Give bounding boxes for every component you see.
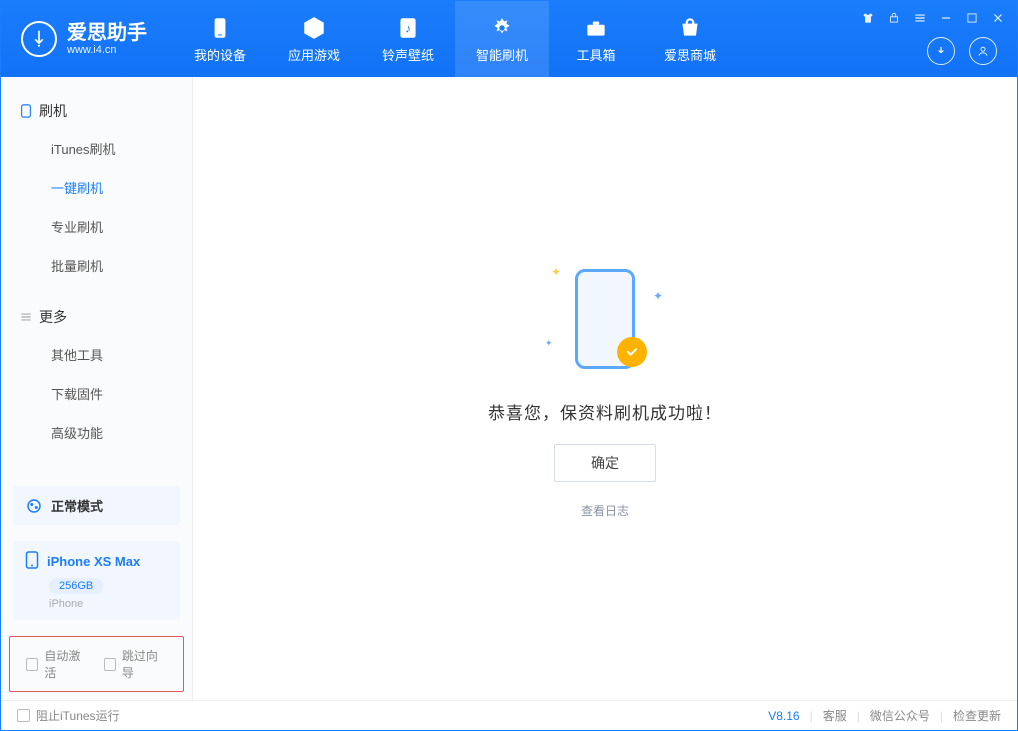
sidebar-item-oneclick-flash[interactable]: 一键刷机 [1,168,192,207]
more-icon [19,310,33,324]
ok-button[interactable]: 确定 [554,444,656,482]
footer-link-update[interactable]: 检查更新 [953,707,1001,724]
view-log-link[interactable]: 查看日志 [581,502,629,519]
sidebar-item-batch-flash[interactable]: 批量刷机 [1,246,192,285]
sidebar-item-other-tools[interactable]: 其他工具 [1,335,192,374]
group-title: 刷机 [39,101,67,121]
separator: | [940,709,943,723]
tabs: 我的设备 应用游戏 ♪ 铃声壁纸 智能刷机 工具箱 爱思商城 [163,1,737,77]
title-right-circles [927,37,997,65]
tab-label: 应用游戏 [288,45,340,64]
mode-panel: 正常模式 [13,486,180,525]
tab-label: 智能刷机 [476,45,528,64]
tab-label: 爱思商城 [664,45,716,64]
window-controls [861,11,1005,25]
footer-link-support[interactable]: 客服 [823,707,847,724]
device-storage-badge: 256GB [49,578,103,594]
checkbox-label: 自动激活 [44,647,89,681]
checkbox-label: 跳过向导 [122,647,167,681]
phone-icon [25,551,39,572]
brand-name: 爱思助手 [67,22,147,44]
sidebar-item-pro-flash[interactable]: 专业刷机 [1,207,192,246]
device-name: iPhone XS Max [47,554,140,569]
separator: | [857,709,860,723]
app-window: 爱思助手 www.i4.cn 我的设备 应用游戏 ♪ 铃声壁纸 智能刷机 [0,0,1018,731]
sidebar-top: 刷机 iTunes刷机 一键刷机 专业刷机 批量刷机 更多 其他工具 下载固件 … [1,77,192,478]
body: 刷机 iTunes刷机 一键刷机 专业刷机 批量刷机 更多 其他工具 下载固件 … [1,77,1017,700]
device-type: iPhone [49,598,168,610]
checkbox-skip-guide[interactable]: 跳过向导 [104,647,168,681]
menu-icon[interactable] [913,11,927,25]
checkbox-row-highlighted: 自动激活 跳过向导 [9,636,184,692]
tab-label: 我的设备 [194,45,246,64]
tab-my-device[interactable]: 我的设备 [173,1,267,77]
close-icon[interactable] [991,11,1005,25]
device-panel: iPhone XS Max 256GB iPhone [13,541,180,620]
checkbox-auto-activate[interactable]: 自动激活 [26,647,90,681]
checkbox-icon [104,658,116,671]
logo-icon [21,21,57,57]
device-icon [19,104,33,118]
group-title: 更多 [39,307,67,327]
sidebar-item-itunes-flash[interactable]: iTunes刷机 [1,129,192,168]
footer: 阻止iTunes运行 V8.16 | 客服 | 微信公众号 | 检查更新 [1,700,1017,730]
sparkle-icon: ✦ [653,289,663,303]
sidebar-group-flash: 刷机 [1,91,192,129]
mode-text: 正常模式 [51,496,103,515]
shirt-icon[interactable] [861,11,875,25]
svg-text:♪: ♪ [405,21,411,35]
footer-link-wechat[interactable]: 微信公众号 [870,707,930,724]
success-message: 恭喜您，保资料刷机成功啦！ [488,399,722,424]
sparkle-icon: ✦ [545,338,553,349]
tab-ringtone-wallpaper[interactable]: ♪ 铃声壁纸 [361,1,455,77]
tab-toolbox[interactable]: 工具箱 [549,1,643,77]
sidebar: 刷机 iTunes刷机 一键刷机 专业刷机 批量刷机 更多 其他工具 下载固件 … [1,77,193,700]
tab-store[interactable]: 爱思商城 [643,1,737,77]
checkbox-block-itunes[interactable]: 阻止iTunes运行 [17,707,120,724]
sidebar-item-advanced[interactable]: 高级功能 [1,413,192,452]
brand-site: www.i4.cn [67,44,147,56]
sparkle-icon: ✦ [551,265,561,279]
separator: | [810,709,813,723]
maximize-icon[interactable] [965,11,979,25]
checkbox-icon [26,658,38,671]
download-button[interactable] [927,37,955,65]
tab-label: 铃声壁纸 [382,45,434,64]
mode-icon [25,497,43,515]
check-badge-icon [617,337,647,367]
user-button[interactable] [969,37,997,65]
checkbox-label: 阻止iTunes运行 [36,707,120,724]
titlebar: 爱思助手 www.i4.cn 我的设备 应用游戏 ♪ 铃声壁纸 智能刷机 [1,1,1017,77]
logo-area: 爱思助手 www.i4.cn [1,1,163,77]
tab-label: 工具箱 [576,45,615,64]
sidebar-group-more: 更多 [1,297,192,335]
tab-apps-games[interactable]: 应用游戏 [267,1,361,77]
lock-icon[interactable] [887,11,901,25]
version-label: V8.16 [768,709,799,723]
tab-smart-flash[interactable]: 智能刷机 [455,1,549,77]
sidebar-item-download-firmware[interactable]: 下载固件 [1,374,192,413]
minimize-icon[interactable] [939,11,953,25]
success-illustration: ✦ ✦ ✦ [545,259,665,379]
checkbox-icon [17,709,30,722]
main-content: ✦ ✦ ✦ 恭喜您，保资料刷机成功啦！ 确定 查看日志 [193,77,1017,700]
